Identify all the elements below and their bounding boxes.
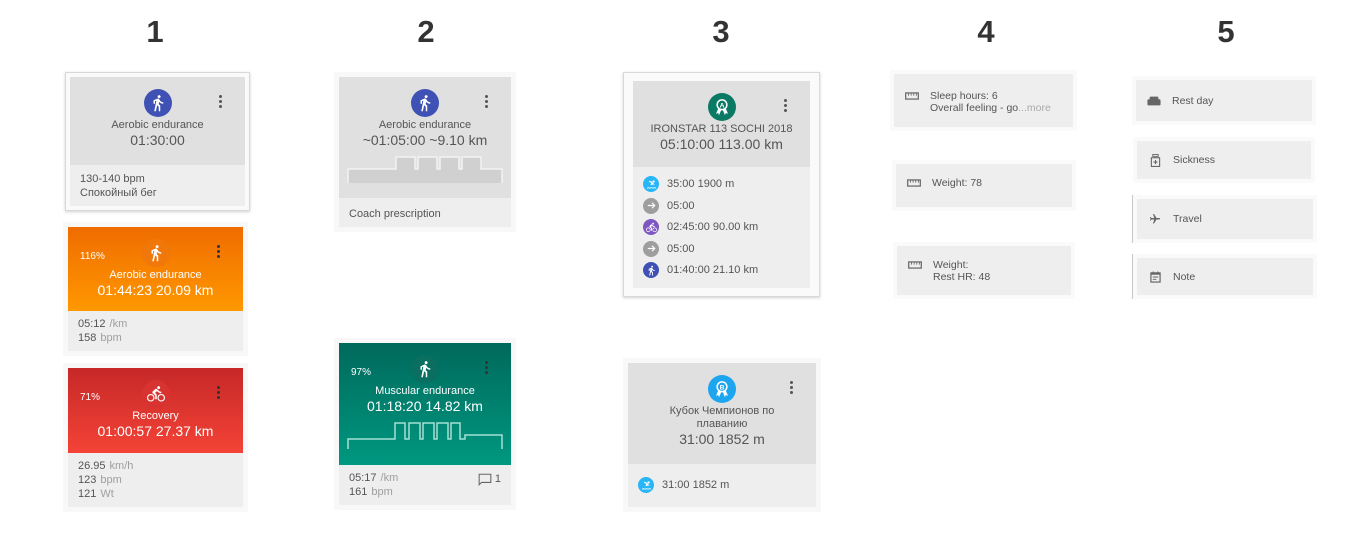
completed-run-card[interactable]: 116% Aerobic endurance 01:44:23 20.09 km… [63, 222, 248, 356]
metrics-note-resthr[interactable]: Weight: Rest HR: 48 [893, 242, 1075, 299]
race-summary: 31:00 1852 m [679, 431, 765, 447]
workout-title: Aerobic endurance [111, 119, 204, 131]
more-menu-button[interactable] [790, 381, 794, 395]
more-menu-button[interactable] [485, 361, 489, 375]
column-number-2: 2 [417, 14, 435, 49]
compliance-percent: 116% [80, 251, 105, 262]
event-note[interactable]: Note [1132, 254, 1317, 299]
race-summary: 05:10:00 113.00 km [660, 136, 783, 152]
workout-summary: 01:44:23 20.09 km [97, 282, 214, 298]
run-icon [143, 89, 172, 117]
column-number-5: 5 [1217, 14, 1235, 49]
race-a-badge-icon: A [707, 93, 736, 121]
ruler-icon [906, 177, 922, 189]
event-travel[interactable]: Travel [1132, 195, 1317, 243]
stat-pace: 05:12/km [78, 318, 128, 330]
race-segment-transition: 05:00 [643, 238, 800, 260]
comments-button[interactable]: 1 [478, 472, 501, 486]
race-segment-transition: 05:00 [643, 195, 800, 217]
bike-icon [643, 219, 659, 236]
svg-text:A: A [719, 102, 724, 109]
race-b-card[interactable]: B Кубок Чемпионов по плаванию 31:00 1852… [623, 358, 821, 512]
svg-text:B: B [720, 384, 725, 391]
ruler-icon [904, 90, 920, 102]
event-sickness[interactable]: Sickness [1133, 137, 1315, 183]
race-segment-run: 01:40:00 21.10 km [643, 260, 800, 282]
workout-title: Aerobic endurance [378, 119, 472, 131]
prescription-label: Coach prescription [349, 208, 441, 220]
more-link[interactable]: ...more [1018, 102, 1051, 114]
sofa-icon [1146, 95, 1162, 107]
workout-summary: 01:18:20 14.82 km [367, 398, 483, 414]
comment-icon [478, 473, 492, 486]
race-segment-swim: 35:00 1900 m [643, 174, 800, 196]
planned-workout-card[interactable]: Aerobic endurance 01:30:00 130-140 bpm С… [65, 72, 250, 211]
run-icon [141, 239, 170, 267]
compliance-percent: 97% [351, 367, 372, 378]
more-menu-button[interactable] [784, 99, 788, 113]
race-title: Кубок Чемпионов по плаванию [669, 405, 775, 430]
stat-power: 121 Wt [78, 488, 114, 500]
race-segment-swim: 31:00 1852 m [638, 475, 806, 497]
metrics-note-weight[interactable]: Weight: 78 [892, 160, 1076, 211]
calendar-note-icon [1147, 271, 1163, 283]
stat-hr: 161 bpm [349, 486, 393, 498]
completed-bike-card[interactable]: 71% Recovery 01:00:57 27.37 km 26.95 km/h… [63, 363, 248, 512]
intensity-profile [347, 422, 503, 449]
workout-summary: ~01:05:00 ~9.10 km [362, 132, 488, 148]
race-title: IRONSTAR 113 SOCHI 2018 [650, 123, 793, 135]
swim-icon [643, 176, 659, 193]
transition-icon [643, 197, 659, 214]
transition-icon [643, 240, 659, 257]
column-number-3: 3 [712, 14, 730, 49]
workout-summary: 01:00:57 27.37 km [97, 423, 214, 439]
run-icon [411, 355, 439, 383]
metrics-note-sleep[interactable]: Sleep hours: 6 Overall feeling - go...mo… [890, 70, 1077, 131]
more-menu-button[interactable] [219, 95, 223, 109]
workout-title: Aerobic endurance [109, 269, 202, 281]
run-icon [643, 262, 659, 279]
swim-icon [638, 477, 654, 494]
race-b-badge-icon: B [708, 375, 736, 403]
run-icon [411, 89, 439, 117]
stat-hr: 158 bpm [78, 332, 122, 344]
more-menu-button[interactable] [485, 95, 489, 109]
bike-icon [141, 380, 170, 408]
more-menu-button[interactable] [217, 245, 221, 259]
workout-duration: 01:30:00 [130, 132, 185, 148]
workout-title: Muscular endurance [375, 385, 475, 397]
workout-hr-target: 130-140 bpm [80, 173, 145, 185]
column-number-4: 4 [977, 14, 995, 49]
completed-muscular-card[interactable]: 97% Muscular endurance 01:18:20 14.82 km… [334, 338, 516, 510]
stat-speed: 26.95 km/h [78, 460, 134, 472]
event-rest-day[interactable]: Rest day [1132, 76, 1316, 125]
airplane-icon [1147, 213, 1163, 225]
compliance-percent: 71% [80, 392, 101, 403]
intensity-profile [347, 156, 503, 183]
race-segment-bike: 02:45:00 90.00 km [643, 217, 800, 239]
more-menu-button[interactable] [217, 386, 221, 400]
race-a-card[interactable]: A IRONSTAR 113 SOCHI 2018 05:10:00 113.0… [623, 72, 820, 297]
comment-count: 1 [494, 473, 501, 485]
stat-hr: 123 bpm [78, 474, 122, 486]
workout-description: Спокойный бег [80, 187, 157, 199]
column-number-1: 1 [146, 14, 164, 49]
workout-title: Recovery [132, 410, 179, 422]
coach-prescription-card[interactable]: Aerobic endurance ~01:05:00 ~9.10 km Coa… [334, 72, 516, 232]
ruler-icon [907, 259, 923, 271]
medicine-icon [1147, 153, 1163, 167]
